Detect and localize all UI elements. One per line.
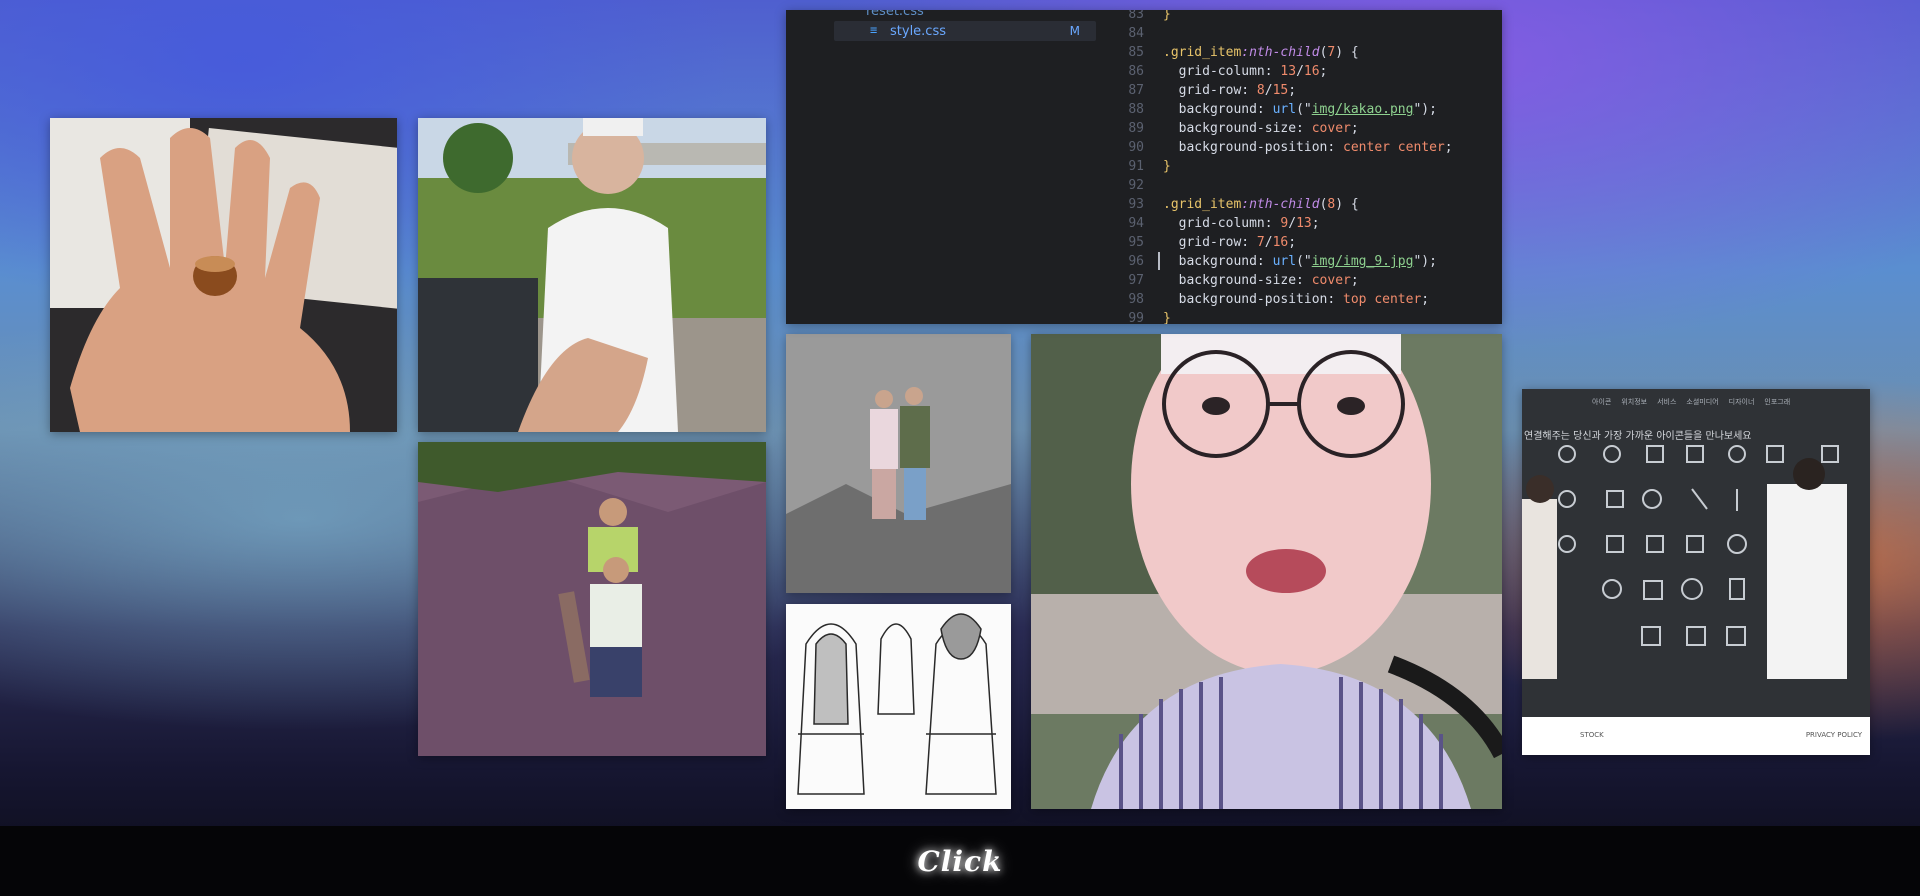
photo-hand-acorn xyxy=(50,118,397,432)
line-number: 88 xyxy=(1128,102,1144,117)
site-footer: STOCK PRIVACY POLICY xyxy=(1522,717,1870,755)
code-text: .grid_item:nth-child(7) { xyxy=(1163,45,1359,60)
site-footer-left: STOCK xyxy=(1580,731,1604,739)
line-number: 87 xyxy=(1128,83,1144,98)
sketch-coats xyxy=(786,604,1011,809)
explorer-file-row[interactable]: ≡ style.css M xyxy=(834,21,1096,41)
code-line: 97 background-size: cover; xyxy=(1108,271,1502,290)
code-text: grid-column: 9/13; xyxy=(1163,216,1320,231)
photo-rocks-kids xyxy=(418,442,766,756)
click-button[interactable]: Click xyxy=(917,845,1002,878)
code-line: 96 background: url("img/img_9.jpg"); xyxy=(1108,252,1502,271)
line-number: 96 xyxy=(1128,254,1144,269)
code-text: .grid_item:nth-child(8) { xyxy=(1163,197,1359,212)
code-text: grid-row: 7/16; xyxy=(1163,235,1297,250)
code-line: 89 background-size: cover; xyxy=(1108,119,1502,138)
photo-selfie-glasses xyxy=(1031,334,1502,809)
code-text: grid-row: 8/15; xyxy=(1163,83,1297,98)
css-file-icon: ≡ xyxy=(870,23,878,37)
code-line: 83} xyxy=(1108,10,1502,24)
code-line: 84 xyxy=(1108,24,1502,43)
code-line: 85 .grid_item:nth-child(7) { xyxy=(1108,43,1502,62)
explorer-file-name: style.css xyxy=(890,24,946,39)
code-line: 94 grid-column: 9/13; xyxy=(1108,214,1502,233)
line-number: 84 xyxy=(1128,26,1144,41)
line-number: 97 xyxy=(1128,273,1144,288)
line-number: 89 xyxy=(1128,121,1144,136)
riverbank-image xyxy=(418,118,766,432)
code-text: background-size: cover; xyxy=(1163,121,1359,136)
line-number: 93 xyxy=(1128,197,1144,212)
code-line: 95 grid-row: 7/16; xyxy=(1108,233,1502,252)
code-text: background-size: cover; xyxy=(1163,273,1359,288)
text-cursor xyxy=(1158,252,1160,270)
code-text: background-position: top center; xyxy=(1163,292,1430,307)
screenshot-icon-site: 아이콘 위치정보 서비스 소셜미디어 디자이너 인포그래 연결해주는 당신과 가… xyxy=(1522,389,1870,755)
hand-acorn-image xyxy=(50,118,397,432)
line-number: 86 xyxy=(1128,64,1144,79)
explorer-file-partial: reset.css xyxy=(866,10,924,19)
photo-riverbank-smile xyxy=(418,118,766,432)
line-number: 95 xyxy=(1128,235,1144,250)
line-number: 94 xyxy=(1128,216,1144,231)
code-line: 86 grid-column: 13/16; xyxy=(1108,62,1502,81)
line-number: 92 xyxy=(1128,178,1144,193)
git-status-badge: M xyxy=(1069,24,1080,38)
line-number: 90 xyxy=(1128,140,1144,155)
code-line: 87 grid-row: 8/15; xyxy=(1108,81,1502,100)
rocks-kids-image xyxy=(418,442,766,756)
code-text: background-position: center center; xyxy=(1163,140,1453,155)
line-number: 99 xyxy=(1128,311,1144,324)
icon-grid-image xyxy=(1522,445,1847,679)
code-text: } xyxy=(1163,311,1171,324)
code-editor-screenshot: reset.css ≡ style.css M 83} 84 85 .grid_ite… xyxy=(786,10,1502,324)
coats-sketch-image xyxy=(786,604,1011,809)
photo-couple-rocks xyxy=(786,334,1011,593)
code-text: grid-column: 13/16; xyxy=(1163,64,1328,79)
line-number: 85 xyxy=(1128,45,1144,60)
site-footer-right: PRIVACY POLICY xyxy=(1805,731,1862,739)
code-text: } xyxy=(1163,159,1171,174)
code-line: 88 background: url("img/kakao.png"); xyxy=(1108,100,1502,119)
code-line: 91} xyxy=(1108,157,1502,176)
code-text: background: url("img/img_9.jpg"); xyxy=(1163,254,1437,269)
couple-rocks-image xyxy=(786,334,1011,593)
code-text: } xyxy=(1163,10,1171,22)
code-line: 98 background-position: top center; xyxy=(1108,290,1502,309)
line-number: 83 xyxy=(1128,10,1144,22)
bottom-bar: Click xyxy=(0,826,1920,896)
code-area[interactable]: 83} 84 85 .grid_item:nth-child(7) { 86 grid-… xyxy=(1108,10,1502,324)
code-line: 90 background-position: center center; xyxy=(1108,138,1502,157)
code-text: background: url("img/kakao.png"); xyxy=(1163,102,1437,117)
selfie-image xyxy=(1031,334,1502,809)
line-number: 91 xyxy=(1128,159,1144,174)
code-line: 93 .grid_item:nth-child(8) { xyxy=(1108,195,1502,214)
code-line: 99} xyxy=(1108,309,1502,324)
code-line: 92 xyxy=(1108,176,1502,195)
file-explorer: reset.css ≡ style.css M xyxy=(786,10,1106,324)
line-number: 98 xyxy=(1128,292,1144,307)
